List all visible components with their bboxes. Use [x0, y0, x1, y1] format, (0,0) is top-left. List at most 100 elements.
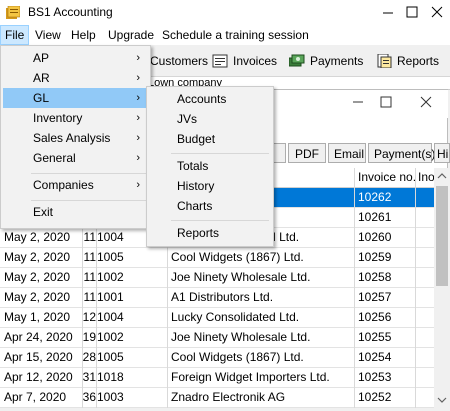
cell-name: Znadro Electronik AG — [171, 390, 286, 404]
chevron-right-icon: › — [136, 72, 140, 84]
invoices-button[interactable]: Invoices — [212, 49, 277, 73]
gl-menu-item-jvs[interactable]: JVs — [149, 109, 271, 129]
chevron-up-icon — [437, 173, 447, 179]
child-minimize-button[interactable] — [346, 92, 370, 112]
minimize-button[interactable] — [376, 0, 399, 25]
cell-date: May 2, 2020 — [4, 230, 71, 244]
menu-item-label: Reports — [177, 226, 220, 240]
table-row[interactable]: Apr 15, 2020 28 1005 Cool Widgets (1867) Lt… — [0, 348, 434, 368]
chevron-right-icon: › — [136, 112, 140, 124]
file-menu-item-ap[interactable]: AP › — [3, 48, 148, 68]
window-title: BS1 Accounting — [28, 5, 113, 19]
cell-days: 11 — [83, 230, 96, 244]
cell-inv: 10261 — [358, 210, 392, 224]
chevron-right-icon: › — [136, 179, 140, 191]
gl-menu-item-reports[interactable]: Reports — [149, 223, 271, 243]
close-icon — [420, 96, 432, 108]
menu-file[interactable]: File — [0, 25, 29, 45]
table-row[interactable]: May 2, 2020 11 1005 Cool Widgets (1867) Ltd… — [0, 248, 434, 268]
file-menu-item-inventory[interactable]: Inventory › — [3, 108, 148, 128]
table-row[interactable]: Apr 12, 2020 31 1018 Foreign Widget Importe… — [0, 368, 434, 388]
cell-inv: 10260 — [358, 230, 392, 244]
menu-schedule-training[interactable]: Schedule a training session — [158, 25, 313, 45]
table-row[interactable]: Apr 7, 2020 36 1003 Znadro Electronik AG 102… — [0, 388, 434, 408]
cell-name: A1 Distributors Ltd. — [171, 290, 274, 304]
menu-item-label: AP — [33, 51, 50, 65]
maximize-icon — [380, 96, 392, 108]
gl-menu-item-history[interactable]: History — [149, 176, 271, 196]
menu-item-label: AR — [33, 71, 50, 85]
table-row[interactable]: May 2, 2020 11 1002 Joe Ninety Wholesale Lt… — [0, 268, 434, 288]
maximize-icon — [406, 6, 418, 18]
pdf-button[interactable]: PDF — [288, 143, 326, 163]
close-button[interactable] — [424, 0, 450, 25]
cell-name: Lucky Consolidated Ltd. — [171, 310, 300, 324]
cell-cust: 1002 — [97, 330, 124, 344]
scroll-thumb[interactable] — [436, 186, 448, 286]
child-close-button[interactable] — [414, 92, 438, 112]
cell-cust: 1018 — [97, 370, 124, 384]
scroll-down-button[interactable] — [434, 392, 450, 408]
cell-cust: 1001 — [97, 290, 124, 304]
cell-inv: 10255 — [358, 330, 392, 344]
cell-days: 31 — [82, 370, 96, 384]
file-menu-item-companies[interactable]: Companies › — [3, 175, 148, 195]
gl-menu-item-accounts[interactable]: Accounts — [149, 89, 271, 109]
file-menu-item-exit[interactable]: Exit — [3, 202, 148, 222]
payments-label: Payments — [310, 54, 364, 68]
payments-action-button[interactable]: Payment(s) — [368, 143, 435, 163]
cell-date: Apr 15, 2020 — [4, 350, 73, 364]
menu-upgrade[interactable]: Upgrade — [104, 25, 158, 45]
file-menu-item-general[interactable]: General › — [3, 148, 148, 168]
cell-inv: 10256 — [358, 310, 392, 324]
scroll-up-button[interactable] — [434, 168, 450, 184]
menu-item-label: GL — [33, 91, 50, 105]
menu-separator — [171, 220, 269, 221]
cell-days: 12 — [82, 310, 96, 324]
cell-inv: 10258 — [358, 270, 392, 284]
cell-date: Apr 24, 2020 — [4, 330, 73, 344]
payments-button[interactable]: Payments — [289, 49, 363, 73]
column-header-inou[interactable]: Inou — [418, 168, 434, 187]
cell-inv: 10254 — [358, 350, 392, 364]
cell-name: Foreign Widget Importers Ltd. — [171, 370, 330, 384]
file-menu-item-sales-analysis[interactable]: Sales Analysis › — [3, 128, 148, 148]
gl-menu-item-budget[interactable]: Budget — [149, 129, 271, 149]
maximize-button[interactable] — [400, 0, 423, 25]
table-row[interactable]: May 2, 2020 11 1001 A1 Distributors Ltd. 102… — [0, 288, 434, 308]
table-row[interactable]: May 1, 2020 12 1004 Lucky Consolidated Ltd.… — [0, 308, 434, 328]
menu-view[interactable]: View — [31, 25, 65, 45]
customers-label: Customers — [150, 54, 209, 68]
file-menu-item-ar[interactable]: AR › — [3, 68, 148, 88]
menu-item-label: History — [177, 179, 215, 193]
cell-inv: 10262 — [358, 190, 392, 204]
table-row[interactable]: Apr 24, 2020 19 1002 Joe Ninety Wholesale L… — [0, 328, 434, 348]
column-header-invoice-no[interactable]: Invoice no. — [358, 168, 416, 187]
menu-item-label: JVs — [177, 112, 198, 126]
invoices-icon — [212, 54, 228, 68]
history-button[interactable]: Hi — [434, 143, 450, 163]
chevron-right-icon: › — [136, 132, 140, 144]
customers-button[interactable]: Customers — [150, 49, 208, 73]
cell-date: Apr 7, 2020 — [4, 390, 67, 404]
cell-cust: 1002 — [97, 270, 124, 284]
menu-separator — [171, 153, 269, 154]
file-menu: AP › AR › GL › Inventory › Sales Analysis › Genera… — [0, 45, 151, 229]
cell-cust: 1004 — [97, 310, 124, 324]
cell-cust: 1003 — [97, 390, 124, 404]
cell-name: Cool Widgets (1867) Ltd. — [171, 250, 304, 264]
file-menu-item-gl[interactable]: GL › — [3, 88, 148, 108]
cell-date: May 1, 2020 — [4, 310, 71, 324]
menu-item-label: Companies — [33, 178, 94, 192]
child-maximize-button[interactable] — [374, 92, 398, 112]
reports-label: Reports — [397, 54, 440, 68]
menu-item-label: General — [33, 151, 76, 165]
reports-button[interactable]: Reports — [376, 49, 439, 73]
menu-help[interactable]: Help — [67, 25, 100, 45]
menu-item-label: Totals — [177, 159, 209, 173]
gl-menu-item-charts[interactable]: Charts — [149, 196, 271, 216]
reports-icon — [377, 54, 392, 68]
menu-item-label: Accounts — [177, 92, 227, 106]
email-button[interactable]: Email — [328, 143, 366, 163]
gl-menu-item-totals[interactable]: Totals — [149, 156, 271, 176]
